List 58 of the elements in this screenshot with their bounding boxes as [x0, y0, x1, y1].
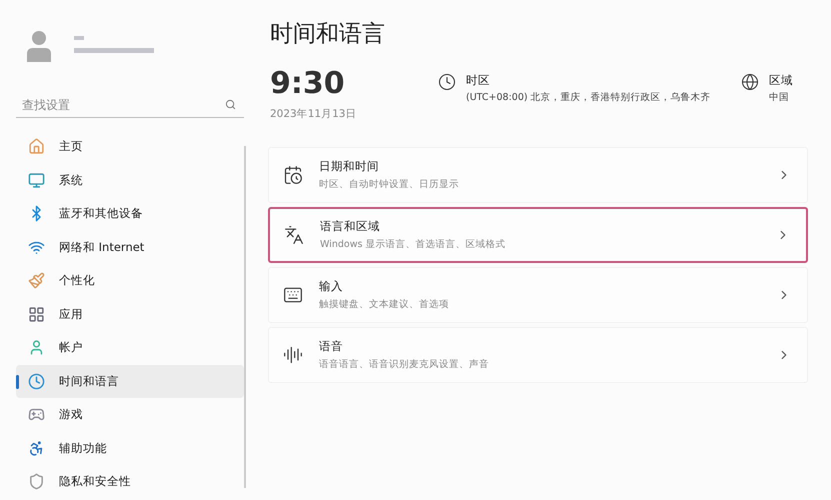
sidebar-item[interactable]: 辅助功能: [16, 432, 244, 465]
clock-icon: [28, 372, 45, 390]
shield-icon: [28, 473, 45, 490]
card-subtitle: 语音语言、语音识别麦克风设置、声音: [319, 358, 490, 371]
sidebar-item-label: 游戏: [59, 407, 83, 422]
sidebar-item[interactable]: 主页: [16, 130, 244, 164]
settings-card[interactable]: 语言和区域 Windows 显示语言、首选语言、区域格式: [268, 207, 808, 263]
region-value: 中国: [769, 91, 790, 104]
card-title: 语言和区域: [320, 219, 381, 234]
sidebar-item[interactable]: 游戏: [16, 398, 244, 432]
settings-card[interactable]: 语音 语音语言、语音识别麦克风设置、声音: [268, 327, 808, 383]
sidebar-item[interactable]: 隐私和安全性: [16, 465, 244, 498]
card-title: 语音: [319, 339, 344, 354]
card-title: 日期和时间: [319, 159, 380, 174]
selection-indicator: [16, 374, 19, 388]
apps-icon: [28, 306, 45, 323]
card-subtitle: 触摸键盘、文本建议、首选项: [319, 298, 450, 311]
page-title: 时间和语言: [270, 20, 386, 49]
timezone-value: (UTC+08:00) 北京，重庆，香港特别行政区，乌鲁木齐: [466, 91, 711, 104]
settings-card[interactable]: 日期和时间 时区、自动时钟设置、日历显示: [268, 147, 808, 203]
language-icon: [284, 225, 304, 245]
timezone-title: 时区: [466, 73, 491, 88]
brush-icon: [28, 272, 45, 290]
sidebar-item[interactable]: 蓝牙和其他设备: [16, 197, 244, 230]
sidebar-item-label: 时间和语言: [59, 374, 119, 389]
avatar-icon: [26, 30, 52, 62]
sidebar-item-label: 辅助功能: [59, 440, 107, 456]
person-icon: [28, 339, 45, 356]
sidebar-item-label: 主页: [59, 139, 83, 154]
sidebar-item[interactable]: 网络和 Internet: [16, 230, 244, 264]
sidebar-item-label: 隐私和安全性: [59, 474, 131, 490]
sidebar-item-label: 应用: [59, 306, 83, 322]
sidebar-item[interactable]: 系统: [16, 164, 244, 197]
speech-icon: [283, 345, 303, 365]
sidebar-item[interactable]: 应用: [16, 298, 244, 331]
sidebar-item[interactable]: 时间和语言: [16, 364, 244, 398]
card-subtitle: Windows 显示语言、首选语言、区域格式: [320, 238, 506, 251]
sidebar-item[interactable]: 帐户: [16, 331, 244, 364]
sidebar-item-label: 系统: [59, 172, 83, 188]
keyboard-icon: [283, 285, 303, 305]
sidebar-item-label: 网络和 Internet: [59, 240, 144, 255]
calendar-clock-icon: [283, 165, 303, 185]
card-subtitle: 时区、自动时钟设置、日历显示: [319, 178, 460, 191]
settings-card[interactable]: 输入 触摸键盘、文本建议、首选项: [268, 267, 808, 323]
sidebar-item-label: 帐户: [59, 340, 83, 356]
sidebar-item-label: 蓝牙和其他设备: [59, 206, 143, 222]
monitor-icon: [28, 172, 45, 189]
home-icon: [28, 138, 45, 156]
sidebar-item-label: 个性化: [59, 273, 95, 288]
card-title: 输入: [319, 279, 344, 294]
globe-icon: [741, 73, 759, 91]
clock-time: 9:30: [270, 67, 346, 101]
clock-icon: [438, 73, 456, 91]
sidebar-item[interactable]: 个性化: [16, 264, 244, 298]
search-icon: [225, 99, 236, 110]
accessibility-icon: [28, 440, 45, 457]
region-title: 区域: [769, 73, 793, 88]
clock-date: 2023年11月13日: [270, 107, 358, 121]
